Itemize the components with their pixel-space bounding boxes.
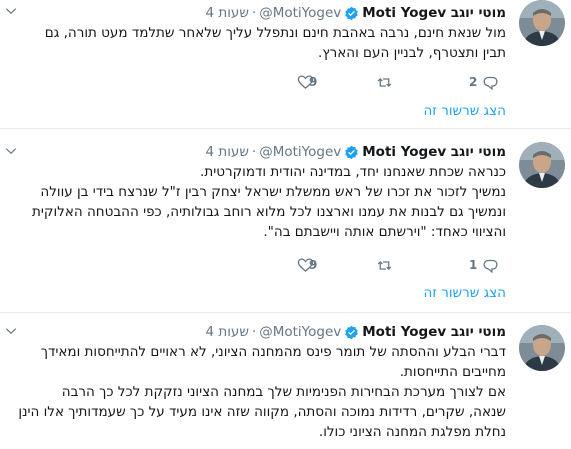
reply-icon [483,259,498,273]
like-count: 9 [309,258,318,272]
tweet-text-line: מחייבים התייחסות. [399,364,506,380]
retweet-button[interactable] [376,255,393,275]
tweet-header: מוטי יוגב Moti Yogev @MotiYogev · 4 שעות [205,142,506,162]
tweet[interactable]: מוטי יוגב Moti Yogev @MotiYogev · 4 שעות… [0,322,571,449]
tweet-text: מול שנאת חינם, נרבה באהבת חינם ונתפלל על… [10,23,506,63]
tweet-text: דברי הבלע וההסתה של תומר פינס מהמחנה הצי… [10,342,506,442]
show-thread-link[interactable]: הצג שרשור זה [423,103,506,119]
avatar[interactable] [519,142,565,188]
tweet-text-line: כנראה שכחת שאנחנו יחד, במדינה יהודית ודמ… [200,164,506,180]
tweet-text-line: אם לצורך מערכת הבחירות הפנימיות שלך במחנ… [61,384,506,400]
divider [0,128,571,129]
author-name[interactable]: מוטי יוגב Moti Yogev [362,142,506,162]
tweet-text: כנראה שכחת שאנחנו יחד, במדינה יהודית ודמ… [10,162,506,242]
separator: · [251,324,257,340]
tweet-text-line: נמשיך לזכור את זכרו של ראש ממשלת ישראל י… [40,184,506,200]
tweet-header: מוטי יוגב Moti Yogev @MotiYogev · 4 שעות [205,322,506,342]
avatar[interactable] [519,325,565,371]
verified-badge-icon [345,325,358,339]
divider [0,312,571,313]
retweet-icon [377,260,392,270]
chevron-down-icon[interactable] [4,324,18,338]
tweet-header: מוטי יוגב Moti Yogev @MotiYogev · 4 שעות [205,3,506,23]
tweet-feed: מוטי יוגב Moti Yogev @MotiYogev · 4 שעות… [0,0,571,449]
author-handle[interactable]: @MotiYogev [259,322,341,342]
retweet-icon [377,77,392,87]
tweet-actions: 9 1 [0,255,571,275]
chevron-down-icon[interactable] [4,4,18,18]
verified-badge-icon [345,145,358,159]
tweet-text-line: שנאה, שקרים, רדידות נמוכה והסתה, מקווה ש… [18,404,506,420]
separator: · [251,5,257,21]
reply-button[interactable] [482,255,499,275]
author-handle[interactable]: @MotiYogev [259,3,341,23]
author-name[interactable]: מוטי יוגב Moti Yogev [362,322,506,342]
retweet-button[interactable] [376,72,393,92]
tweet-text-line: מול שנאת חינם, נרבה באהבת חינם ונתפלל על… [44,25,506,41]
timestamp[interactable]: 4 שעות [205,3,248,23]
like-count: 9 [309,75,318,89]
tweet-actions: 9 2 [0,72,571,92]
tweet-text-line: נחלת מפלגת המחנה הציוני כולו. [318,424,506,440]
separator: · [251,144,257,160]
timestamp[interactable]: 4 שעות [205,322,248,342]
reply-button[interactable] [482,72,499,92]
tweet[interactable]: מוטי יוגב Moti Yogev @MotiYogev · 4 שעות… [0,142,571,307]
reply-count: 2 [469,75,478,89]
tweet-text-line: דברי הבלע וההסתה של תומר פינס מהמחנה הצי… [40,344,506,360]
author-name[interactable]: מוטי יוגב Moti Yogev [362,3,506,23]
chevron-down-icon[interactable] [4,144,18,158]
tweet[interactable]: מוטי יוגב Moti Yogev @MotiYogev · 4 שעות… [0,0,571,124]
tweet-text-line: והציווי כאחד: "וירשתם אותה ויישבתם בה". [263,224,506,240]
reply-icon [483,76,498,90]
reply-count: 1 [469,258,478,272]
verified-badge-icon [345,6,358,20]
tweet-text-line: ונמשיך גם לבנות את עמנו וארצנו לכל מלוא … [32,204,506,220]
show-thread-link[interactable]: הצג שרשור זה [423,285,506,301]
avatar[interactable] [519,0,565,46]
timestamp[interactable]: 4 שעות [205,142,248,162]
author-handle[interactable]: @MotiYogev [259,142,341,162]
tweet-text-line: תבין ותצטרף, לבניין העם והארץ. [318,45,506,61]
